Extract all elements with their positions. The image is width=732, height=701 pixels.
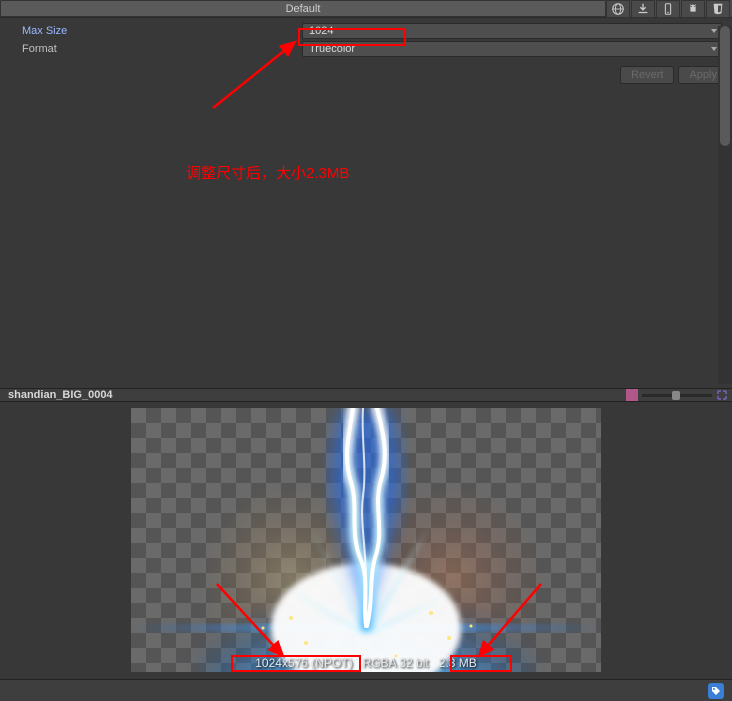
preview-header: shandian_BIG_0004 [0,388,732,402]
status-bar [0,679,732,701]
apply-row: Revert Apply [0,58,732,92]
annotation-arrow-right [461,578,561,666]
inspector-rows: Max Size 1024 Format Truecolor [0,18,732,58]
preview-title: shandian_BIG_0004 [0,389,113,401]
max-size-dropdown[interactable]: 1024 [302,23,722,39]
format-dropdown[interactable]: Truecolor [302,41,722,57]
html5-icon[interactable] [706,0,730,18]
android-icon[interactable] [681,0,705,18]
platform-buttons [606,0,732,17]
zoom-slider[interactable] [642,394,712,397]
row-format: Format Truecolor [2,40,730,58]
color-swatch-icon[interactable] [626,389,638,401]
phone-icon[interactable] [656,0,680,18]
annotation-text: 调整尺寸后，大小2.3MB [186,162,349,183]
inspector-scrollbar[interactable] [718,26,732,384]
scrollbar-thumb[interactable] [720,26,730,146]
expand-icon[interactable] [716,389,728,401]
max-size-label: Max Size [2,25,302,37]
platform-tab-bar: Default [0,0,732,18]
format-label: Format [2,43,302,55]
tab-default[interactable]: Default [0,0,606,17]
texture-preview: 1024x576 (NPOT) RGBA 32 bit 2.3 MB [131,408,601,672]
preview-area: 1024x576 (NPOT) RGBA 32 bit 2.3 MB [0,402,732,679]
annotation-arrow-left [211,578,311,666]
row-max-size: Max Size 1024 [2,22,730,40]
tag-icon[interactable] [708,683,724,699]
preview-tools [626,389,732,401]
globe-icon[interactable] [606,0,630,18]
download-icon[interactable] [631,0,655,18]
zoom-knob[interactable] [672,391,680,400]
revert-button[interactable]: Revert [620,66,674,84]
info-format: RGBA 32 bit [363,656,429,670]
